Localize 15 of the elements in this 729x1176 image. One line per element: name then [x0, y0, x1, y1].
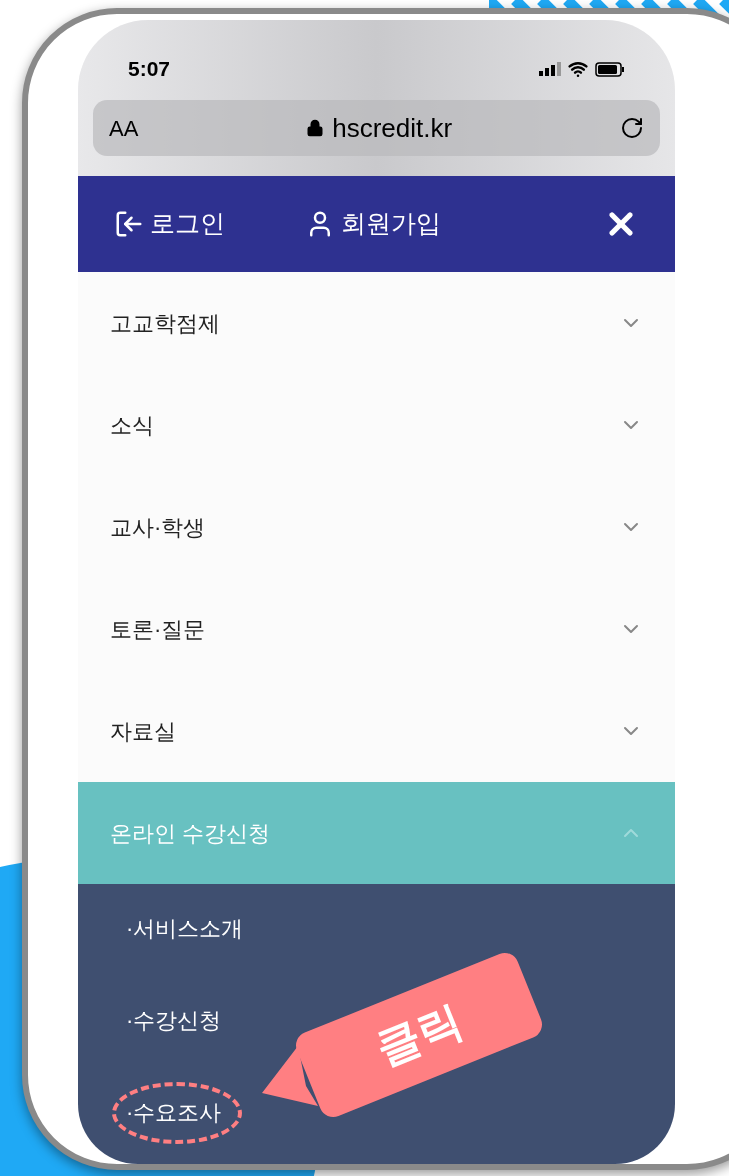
- signal-icon: [539, 62, 561, 76]
- submenu-item[interactable]: ·수요조사: [126, 1095, 222, 1129]
- text-size-button[interactable]: AA: [109, 111, 139, 145]
- battery-icon: [595, 61, 625, 77]
- login-icon: [114, 209, 144, 239]
- signup-button[interactable]: 회원가입: [305, 205, 441, 243]
- url-text: hscredit.kr: [332, 111, 453, 145]
- lock-icon: [306, 119, 325, 137]
- wifi-icon: [568, 59, 588, 79]
- reload-icon[interactable]: [620, 116, 644, 140]
- submenu-item[interactable]: ·수강신청: [126, 1003, 222, 1037]
- login-button[interactable]: 로그인: [114, 205, 225, 243]
- status-time: 5:07: [128, 56, 171, 83]
- address-bar[interactable]: AA hscredit.kr: [93, 100, 660, 156]
- submenu-item[interactable]: ·서비스소개: [126, 911, 244, 945]
